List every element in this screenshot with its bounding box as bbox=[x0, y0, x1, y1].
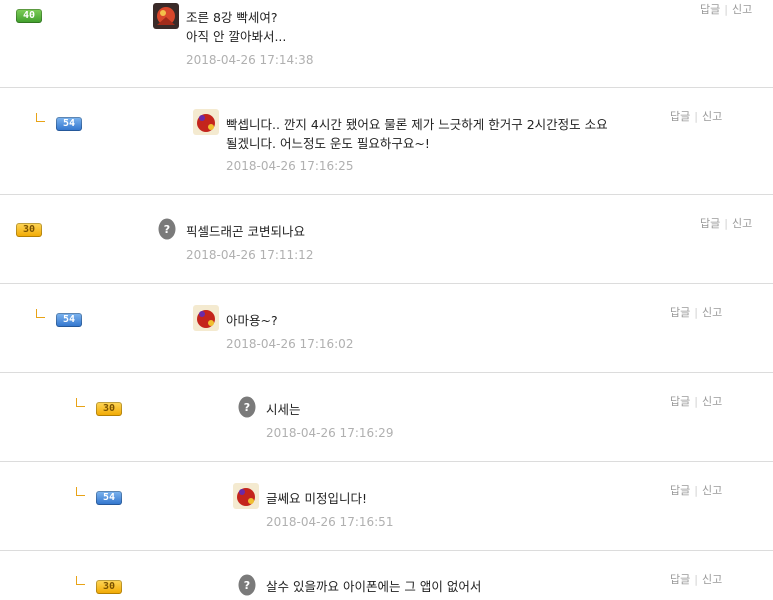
reply-link[interactable]: 답글 bbox=[670, 110, 690, 123]
comment-text-line1: 아마용~? bbox=[226, 313, 278, 328]
comment-text: 조른 8강 빡세여? 아직 안 깔아봐서... bbox=[186, 8, 286, 46]
report-link[interactable]: 신고 bbox=[702, 484, 722, 497]
reply-arrow-icon bbox=[76, 487, 85, 496]
separator: | bbox=[694, 573, 698, 586]
separator: | bbox=[694, 484, 698, 497]
report-link[interactable]: 신고 bbox=[702, 573, 722, 586]
level-badge: 54 bbox=[56, 313, 82, 327]
report-link[interactable]: 신고 bbox=[702, 306, 722, 319]
level-badge: 30 bbox=[96, 580, 122, 594]
comment-text: 픽셀드래곤 코변되나요 bbox=[186, 222, 305, 241]
separator: | bbox=[694, 395, 698, 408]
reply-arrow-icon bbox=[36, 309, 45, 318]
comment-item: 54 글쎄요 미정입니다! 2018-04-26 17:16:51 답글 | 신고 bbox=[0, 462, 773, 551]
level-badge: 54 bbox=[56, 117, 82, 131]
user-avatar[interactable] bbox=[233, 483, 259, 509]
comment-text-line2: 될겠니다. 어느정도 운도 필요하구요~! bbox=[226, 136, 430, 151]
comment-actions: 답글 | 신고 bbox=[670, 108, 722, 124]
user-avatar[interactable] bbox=[193, 109, 219, 135]
default-avatar-icon[interactable]: ? bbox=[238, 574, 256, 596]
reply-arrow-icon bbox=[76, 398, 85, 407]
level-badge: 40 bbox=[16, 9, 42, 23]
report-link[interactable]: 신고 bbox=[702, 395, 722, 408]
comment-item: 40 조른 8강 빡세여? 아직 안 깔아봐서... 2018-04-26 17… bbox=[0, 0, 773, 88]
reply-link[interactable]: 답글 bbox=[700, 217, 720, 230]
comment-date: 2018-04-26 17:16:51 bbox=[266, 515, 394, 529]
report-link[interactable]: 신고 bbox=[702, 110, 722, 123]
report-link[interactable]: 신고 bbox=[732, 217, 752, 230]
comment-actions: 답글 | 신고 bbox=[670, 304, 722, 320]
comment-text: 빡셉니다.. 깐지 4시간 됐어요 물론 제가 느긋하게 한거구 2시간정도 소… bbox=[226, 115, 646, 153]
reply-arrow-icon bbox=[76, 576, 85, 585]
comment-item: 30 ? 살수 있을까요 아이폰에는 그 앱이 없어서 답글 | 신고 bbox=[0, 551, 773, 599]
comment-item: 54 빡셉니다.. 깐지 4시간 됐어요 물론 제가 느긋하게 한거구 2시간정… bbox=[0, 88, 773, 195]
comment-date: 2018-04-26 17:11:12 bbox=[186, 248, 314, 262]
comment-item: 30 ? 픽셀드래곤 코변되나요 2018-04-26 17:11:12 답글 |… bbox=[0, 195, 773, 284]
comment-date: 2018-04-26 17:16:29 bbox=[266, 426, 394, 440]
comment-date: 2018-04-26 17:14:38 bbox=[186, 53, 314, 67]
comment-text-line1: 글쎄요 미정입니다! bbox=[266, 491, 367, 506]
reply-link[interactable]: 답글 bbox=[700, 3, 720, 16]
reply-link[interactable]: 답글 bbox=[670, 395, 690, 408]
reply-arrow-icon bbox=[36, 113, 45, 122]
reply-link[interactable]: 답글 bbox=[670, 484, 690, 497]
level-badge: 54 bbox=[96, 491, 122, 505]
separator: | bbox=[694, 306, 698, 319]
comment-text: 글쎄요 미정입니다! bbox=[266, 489, 367, 508]
comment-actions: 답글 | 신고 bbox=[670, 482, 722, 498]
comment-text-line1: 조른 8강 빡세여? bbox=[186, 10, 278, 25]
comment-text: 시세는 bbox=[266, 400, 301, 419]
svg-text:?: ? bbox=[244, 579, 250, 592]
comment-date: 2018-04-26 17:16:25 bbox=[226, 159, 354, 173]
separator: | bbox=[724, 217, 728, 230]
reply-link[interactable]: 답글 bbox=[670, 573, 690, 586]
comment-text-line1: 픽셀드래곤 코변되나요 bbox=[186, 224, 305, 239]
comment-date: 2018-04-26 17:16:02 bbox=[226, 337, 354, 351]
svg-text:?: ? bbox=[244, 401, 250, 414]
comment-item: 30 ? 시세는 2018-04-26 17:16:29 답글 | 신고 bbox=[0, 373, 773, 462]
default-avatar-icon[interactable]: ? bbox=[238, 396, 256, 418]
comment-text-line1: 빡셉니다.. 깐지 4시간 됐어요 물론 제가 느긋하게 한거구 2시간정도 소… bbox=[226, 117, 608, 132]
level-badge: 30 bbox=[96, 402, 122, 416]
svg-text:?: ? bbox=[164, 223, 170, 236]
level-badge: 30 bbox=[16, 223, 42, 237]
comment-actions: 답글 | 신고 bbox=[670, 571, 722, 587]
comment-text-line1: 살수 있을까요 아이폰에는 그 앱이 없어서 bbox=[266, 579, 482, 594]
comment-actions: 답글 | 신고 bbox=[670, 393, 722, 409]
comment-actions: 답글 | 신고 bbox=[700, 215, 752, 231]
separator: | bbox=[694, 110, 698, 123]
user-avatar[interactable] bbox=[193, 305, 219, 331]
comment-actions: 답글 | 신고 bbox=[700, 1, 752, 17]
user-avatar[interactable] bbox=[153, 3, 179, 29]
comment-text: 아마용~? bbox=[226, 311, 278, 330]
reply-link[interactable]: 답글 bbox=[670, 306, 690, 319]
default-avatar-icon[interactable]: ? bbox=[158, 218, 176, 240]
separator: | bbox=[724, 3, 728, 16]
comment-text: 살수 있을까요 아이폰에는 그 앱이 없어서 bbox=[266, 577, 481, 596]
report-link[interactable]: 신고 bbox=[732, 3, 752, 16]
comment-item: 54 아마용~? 2018-04-26 17:16:02 답글 | 신고 bbox=[0, 284, 773, 373]
comment-text-line2: 아직 안 깔아봐서... bbox=[186, 29, 287, 44]
comment-text-line1: 시세는 bbox=[266, 402, 301, 417]
